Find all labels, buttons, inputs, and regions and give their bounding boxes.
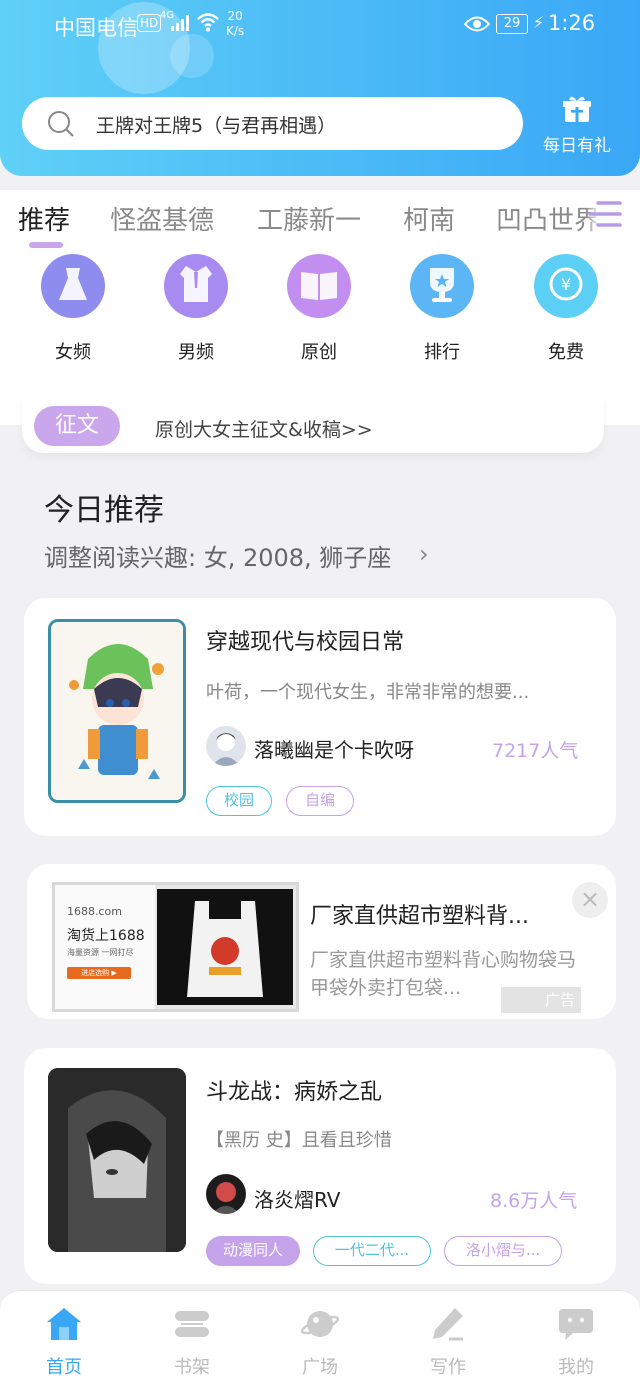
bottom-nav: 首页 书架 广场 写作 我的 (0, 1290, 640, 1387)
tab-kaitou-kid[interactable]: 怪盗基德 (110, 200, 214, 237)
gift-label: 每日有礼 (543, 136, 611, 156)
category-original[interactable]: 原创 (269, 254, 369, 364)
wifi-icon (197, 13, 219, 32)
nav-label: 首页 (46, 1357, 82, 1378)
signal-icon (171, 15, 189, 31)
book-card[interactable]: 穿越现代与校园日常 叶荷，一个现代女生，非常非常的想要... 落曦幽是个卡吹呀 … (24, 598, 616, 836)
book-description: 【黑历 史】且看且珍惜 (206, 1130, 392, 1151)
channel-menu-button[interactable] (586, 195, 626, 231)
active-tab-indicator (29, 242, 63, 248)
book-title: 斗龙战：病娇之乱 (206, 1080, 383, 1105)
clock: 1:26 (548, 11, 596, 35)
category-label: 排行 (424, 342, 460, 363)
category-label: 女频 (55, 342, 91, 363)
book-icon (287, 254, 351, 318)
book-cover (48, 619, 186, 803)
menu-icon (588, 201, 622, 227)
popularity-count: 8.6万人气 (490, 1190, 578, 1212)
nav-label: 书架 (174, 1357, 210, 1378)
ad-shop-button: 进店选购 ▶ (67, 967, 131, 979)
nav-label: 我的 (558, 1357, 594, 1378)
channel-tabs: 推荐 怪盗基德 工藤新一 柯南 凹凸世界 (0, 190, 640, 250)
planet-icon (300, 1305, 340, 1343)
category-male[interactable]: 男频 (146, 254, 246, 364)
ad-image: 1688.com 淘货上1688 海量资源 一网打尽 进店选购 ▶ (52, 882, 299, 1012)
battery-indicator: 29 (496, 14, 528, 34)
gift-icon (563, 96, 591, 122)
ad-image-left: 1688.com 淘货上1688 海量资源 一网打尽 进店选购 ▶ (55, 885, 155, 1009)
coin-icon: ¥ (534, 254, 598, 318)
nav-label: 写作 (430, 1357, 466, 1378)
close-icon[interactable]: × (572, 882, 608, 918)
ad-image-right (157, 889, 293, 1005)
nav-plaza[interactable]: 广场 (280, 1305, 360, 1379)
ad-title: 厂家直供超市塑料背... (310, 904, 529, 929)
bookshelf-icon (173, 1305, 211, 1343)
category-female[interactable]: 女频 (23, 254, 123, 364)
shirt-icon (164, 254, 228, 318)
ad-sub: 海量资源 一网打尽 (67, 948, 134, 957)
tab-conan[interactable]: 柯南 (403, 200, 455, 237)
book-tag[interactable]: 自编 (286, 786, 354, 816)
book-tag[interactable]: 校园 (206, 786, 272, 816)
nav-bookshelf[interactable]: 书架 (152, 1305, 232, 1379)
category-free[interactable]: ¥ 免费 (516, 254, 616, 364)
book-title: 穿越现代与校园日常 (206, 630, 405, 655)
eye-icon (464, 16, 490, 32)
speed-unit: K/s (226, 24, 245, 38)
chat-bubble-icon (557, 1305, 595, 1343)
ad-card[interactable]: 1688.com 淘货上1688 海量资源 一网打尽 进店选购 ▶ × 厂家直供… (27, 864, 616, 1019)
trophy-icon (410, 254, 474, 318)
category-label: 免费 (548, 342, 584, 363)
tab-kudo-shinichi[interactable]: 工藤新一 (257, 200, 361, 237)
category-label: 原创 (301, 342, 337, 363)
carrier-label: 中国电信 (54, 16, 138, 40)
ad-badge: 广告 (501, 987, 581, 1013)
essay-banner-text: 原创大女主征文&收稿>> (155, 419, 373, 441)
book-description: 叶荷，一个现代女生，非常非常的想要... (206, 682, 530, 703)
search-bar[interactable]: 王牌对王牌5（与君再相遇） (22, 97, 523, 150)
book-card[interactable]: 斗龙战：病娇之乱 【黑历 史】且看且珍惜 洛炎熠RV 8.6万人气 动漫同人 一… (24, 1048, 616, 1284)
tab-aotu-world[interactable]: 凹凸世界 (496, 200, 600, 237)
nav-write[interactable]: 写作 (408, 1305, 488, 1379)
pencil-icon (429, 1305, 467, 1343)
book-tag[interactable]: 动漫同人 (206, 1236, 300, 1266)
chevron-right-icon: › (419, 540, 429, 568)
book-tag[interactable]: 洛小熠与... (444, 1236, 562, 1266)
header: 中国电信 HD 4G 20 K/s 29 ⚡ 1:26 王牌对王牌5（与君再相遇… (0, 0, 640, 176)
speed-value: 20 (227, 9, 243, 23)
charging-icon: ⚡ (533, 13, 545, 32)
daily-gift-button[interactable]: 每日有礼 (540, 95, 614, 156)
category-label: 男频 (178, 342, 214, 363)
hd-badge: HD (137, 14, 162, 32)
network-speed: 20 K/s (226, 9, 244, 39)
home-icon (45, 1305, 83, 1343)
author-name: 落曦幽是个卡吹呀 (254, 738, 414, 762)
category-ranking[interactable]: 排行 (392, 254, 492, 364)
nav-profile[interactable]: 我的 (536, 1305, 616, 1379)
essay-contest-banner[interactable]: 征文 原创大女主征文&收稿>> (22, 395, 604, 453)
essay-tag: 征文 (34, 406, 120, 446)
ad-brand: 1688.com (67, 905, 122, 918)
nav-label: 广场 (302, 1357, 338, 1378)
section-title: 今日推荐 (44, 493, 164, 528)
avatar (206, 1174, 246, 1214)
tab-recommend[interactable]: 推荐 (18, 200, 70, 237)
search-icon (48, 111, 74, 137)
reading-interest-link[interactable]: 调整阅读兴趣: 女, 2008, 狮子座 (44, 538, 391, 573)
author-name: 洛炎熠RV (254, 1188, 341, 1212)
status-bar: 中国电信 HD 4G 20 K/s 29 ⚡ 1:26 (0, 0, 640, 48)
popularity-count: 7217人气 (492, 740, 579, 762)
book-cover (48, 1068, 186, 1252)
ad-slogan: 淘货上1688 (67, 928, 145, 944)
book-tag[interactable]: 一代二代... (313, 1236, 431, 1266)
search-placeholder: 王牌对王牌5（与君再相遇） (96, 115, 337, 137)
dress-icon (41, 254, 105, 318)
svg-text:¥: ¥ (561, 275, 571, 294)
avatar (206, 726, 246, 766)
nav-home[interactable]: 首页 (24, 1305, 104, 1379)
